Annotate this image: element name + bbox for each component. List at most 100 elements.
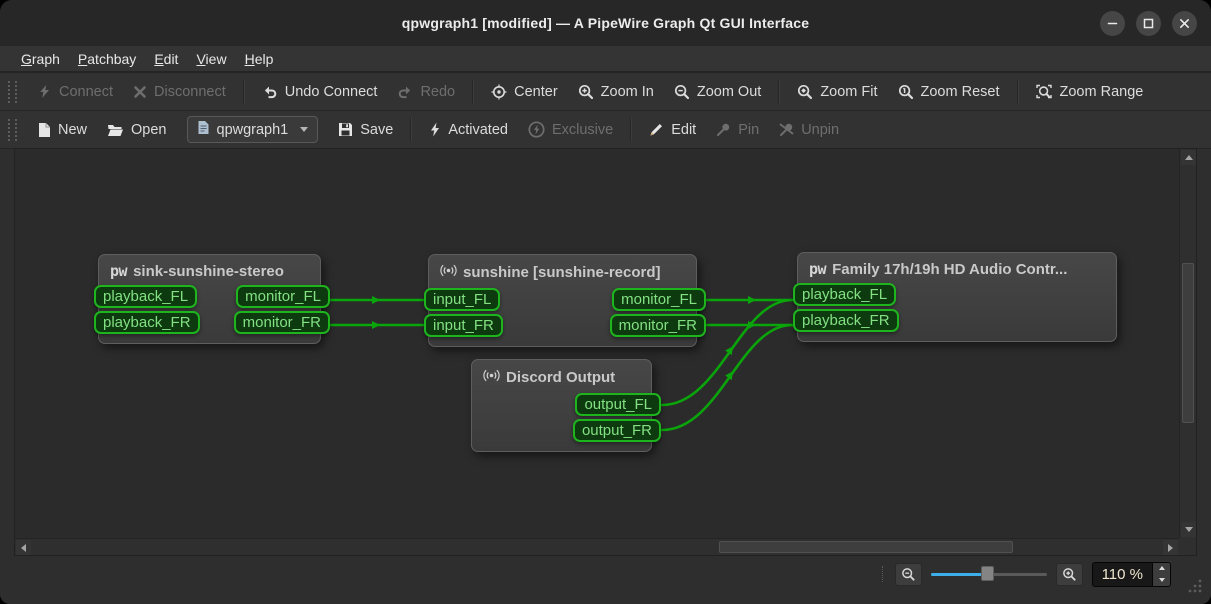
menu-patchbay[interactable]: Patchbay	[69, 48, 145, 70]
chevron-down-icon	[300, 127, 308, 132]
center-label: Center	[514, 84, 558, 100]
zoom-range-label: Zoom Range	[1060, 84, 1144, 100]
spin-up-button[interactable]	[1153, 563, 1170, 575]
center-icon	[491, 84, 507, 100]
port-monitor-fr[interactable]: monitor_FR	[234, 311, 330, 334]
scroll-left-button[interactable]	[16, 540, 31, 555]
patchbay-file-icon	[197, 120, 210, 139]
center-button[interactable]: Center	[481, 79, 568, 105]
port-playback-fl[interactable]: playback_FL	[94, 285, 197, 308]
save-button[interactable]: Save	[328, 117, 403, 143]
zoom-spinbox[interactable]: 110 %	[1092, 562, 1171, 587]
zoom-out-button[interactable]: Zoom Out	[664, 79, 771, 105]
port-playback-fl[interactable]: playback_FL	[793, 283, 896, 306]
scroll-up-button[interactable]	[1181, 150, 1196, 165]
horizontal-scroll-thumb[interactable]	[719, 541, 1013, 553]
port-monitor-fl[interactable]: monitor_FL	[236, 285, 330, 308]
new-file-icon	[37, 122, 51, 138]
spin-down-button[interactable]	[1153, 574, 1170, 586]
scrollbar-corner	[1179, 538, 1196, 555]
statusbar: 110 %	[0, 556, 1211, 604]
node-title-text: Family 17h/19h HD Audio Contr...	[832, 261, 1067, 278]
edit-button[interactable]: Edit	[639, 117, 706, 143]
node-family-hd-audio-controller[interactable]: pw Family 17h/19h HD Audio Contr... play…	[797, 252, 1117, 342]
status-zoom-in-button[interactable]	[1056, 563, 1083, 586]
exclusive-label: Exclusive	[552, 122, 613, 138]
triangle-down-icon	[1185, 527, 1193, 532]
port-input-fr[interactable]: input_FR	[424, 314, 503, 337]
save-icon	[338, 122, 353, 137]
horizontal-scrollbar[interactable]	[15, 538, 1179, 555]
triangle-left-icon	[21, 544, 26, 552]
menu-graph[interactable]: Graph	[12, 48, 69, 70]
new-button[interactable]: New	[27, 117, 97, 143]
node-title: Discord Output	[472, 360, 651, 393]
graph-canvas[interactable]: pw sink-sunshine-stereo playback_FL play…	[15, 149, 1179, 538]
menu-view[interactable]: View	[187, 48, 235, 70]
close-icon	[1179, 18, 1190, 29]
menu-edit[interactable]: Edit	[145, 48, 187, 70]
slider-handle[interactable]	[981, 566, 994, 581]
open-label: Open	[131, 122, 166, 138]
node-sink-sunshine-stereo[interactable]: pw sink-sunshine-stereo playback_FL play…	[98, 254, 321, 344]
port-output-fl[interactable]: output_FL	[575, 393, 661, 416]
session-selector[interactable]: qpwgraph1	[187, 116, 319, 143]
disconnect-label: Disconnect	[154, 84, 226, 100]
zoom-slider[interactable]	[931, 564, 1047, 584]
zoom-reset-button[interactable]: Zoom Reset	[888, 79, 1010, 105]
zoom-fit-icon	[797, 84, 813, 100]
unpin-button[interactable]: Unpin	[769, 117, 849, 143]
zoom-range-button[interactable]: Zoom Range	[1026, 79, 1154, 105]
exclusive-bolt-icon	[528, 121, 545, 138]
toolbar-file: New Open qpwgraph1 Save Activated	[0, 111, 1211, 149]
status-zoom-out-button[interactable]	[895, 563, 922, 586]
titlebar[interactable]: qpwgraph1 [modified] — A PipeWire Graph …	[0, 0, 1211, 46]
pin-button[interactable]: Pin	[706, 117, 769, 143]
close-button[interactable]	[1172, 11, 1197, 36]
graph-canvas-frame: pw sink-sunshine-stereo playback_FL play…	[14, 148, 1197, 556]
port-monitor-fl[interactable]: monitor_FL	[612, 288, 706, 311]
exclusive-toggle[interactable]: Exclusive	[518, 116, 623, 143]
menubar: Graph Patchbay Edit View Help	[0, 46, 1211, 73]
triangle-right-icon	[1168, 544, 1173, 552]
zoom-in-button[interactable]: Zoom In	[568, 79, 664, 105]
minimize-button[interactable]	[1100, 11, 1125, 36]
vertical-scroll-thumb[interactable]	[1182, 263, 1194, 423]
redo-label: Redo	[420, 84, 455, 100]
zoom-reset-icon	[898, 84, 914, 100]
port-playback-fr[interactable]: playback_FR	[94, 311, 200, 334]
connect-button[interactable]: Connect	[27, 79, 123, 105]
port-playback-fr[interactable]: playback_FR	[793, 309, 899, 332]
activated-toggle[interactable]: Activated	[419, 117, 518, 143]
resize-grip[interactable]	[1187, 578, 1203, 594]
menu-help[interactable]: Help	[236, 48, 283, 70]
pin-icon	[716, 122, 731, 137]
zoom-value[interactable]: 110 %	[1093, 563, 1152, 586]
node-sunshine-record[interactable]: sunshine [sunshine-record] input_FL inpu…	[428, 254, 697, 347]
audio-icon	[483, 367, 500, 388]
toolbar-grip[interactable]	[8, 119, 17, 141]
node-discord-output[interactable]: Discord Output output_FL output_FR	[471, 359, 652, 452]
port-monitor-fr[interactable]: monitor_FR	[610, 314, 706, 337]
maximize-icon	[1143, 18, 1154, 29]
slider-fill	[931, 573, 984, 576]
undo-connect-button[interactable]: Undo Connect	[252, 79, 388, 105]
node-title-text: Discord Output	[506, 369, 615, 386]
triangle-down-icon	[1159, 578, 1165, 582]
scroll-down-button[interactable]	[1181, 522, 1196, 537]
port-input-fl[interactable]: input_FL	[424, 288, 500, 311]
app-window: qpwgraph1 [modified] — A PipeWire Graph …	[0, 0, 1211, 604]
zoom-in-icon	[578, 84, 594, 100]
toolbar-separator	[472, 80, 474, 104]
disconnect-button[interactable]: Disconnect	[123, 79, 236, 105]
node-title: pw sink-sunshine-stereo	[99, 255, 320, 285]
redo-button[interactable]: Redo	[387, 79, 465, 105]
toolbar-grip[interactable]	[8, 81, 17, 103]
vertical-scrollbar[interactable]	[1179, 149, 1196, 538]
scroll-right-button[interactable]	[1163, 540, 1178, 555]
maximize-button[interactable]	[1136, 11, 1161, 36]
open-button[interactable]: Open	[97, 117, 176, 143]
zoom-fit-button[interactable]: Zoom Fit	[787, 79, 887, 105]
toolbar-graph: Connect Disconnect Undo Connect Redo Cen…	[0, 73, 1211, 111]
port-output-fr[interactable]: output_FR	[573, 419, 661, 442]
